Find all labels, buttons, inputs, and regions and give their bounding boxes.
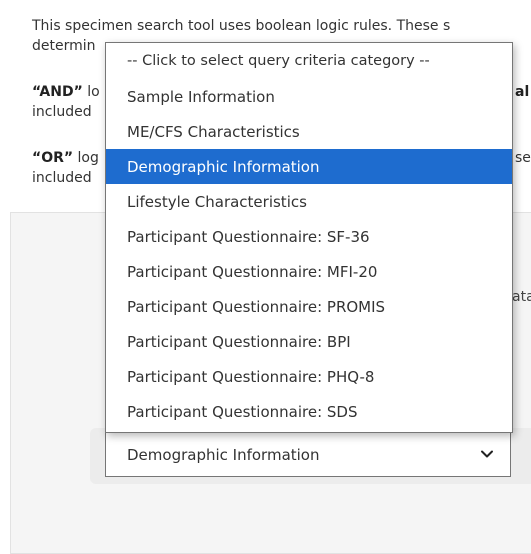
option-promis[interactable]: Participant Questionnaire: PROMIS [106, 289, 512, 324]
option-mfi20[interactable]: Participant Questionnaire: MFI-20 [106, 254, 512, 289]
category-select-value: Demographic Information [127, 445, 320, 464]
and-tail-text: al [515, 84, 530, 100]
or-rule-line-2: included [32, 170, 92, 186]
chevron-down-icon [481, 450, 493, 458]
or-rule-tail: se [515, 150, 531, 166]
intro-line-1: This specimen search tool uses boolean l… [32, 18, 451, 34]
and-rule-line-2: included [32, 104, 92, 120]
or-label: “OR” [32, 150, 74, 166]
and-rule-text: lo [82, 84, 100, 100]
category-select[interactable]: Demographic Information [105, 433, 511, 477]
option-mecfs-characteristics[interactable]: ME/CFS Characteristics [106, 114, 512, 149]
and-label: “AND” [32, 84, 83, 100]
option-sample-information[interactable]: Sample Information [106, 79, 512, 114]
option-placeholder[interactable]: -- Click to select query criteria catego… [106, 43, 512, 78]
option-sds[interactable]: Participant Questionnaire: SDS [106, 394, 512, 429]
or-rule-text: log [73, 150, 99, 166]
option-lifestyle-characteristics[interactable]: Lifestyle Characteristics [106, 184, 512, 219]
option-sf36[interactable]: Participant Questionnaire: SF-36 [106, 219, 512, 254]
and-rule-tail: al [515, 82, 529, 102]
option-phq8[interactable]: Participant Questionnaire: PHQ-8 [106, 359, 512, 394]
option-demographic-information[interactable]: Demographic Information [106, 149, 512, 184]
category-dropdown-list: -- Click to select query criteria catego… [105, 42, 513, 433]
intro-line-2: determin [32, 38, 96, 54]
panel-partial-text: ata [512, 289, 531, 305]
and-rule-line: “AND” lo [32, 82, 100, 102]
or-rule-line: “OR” log [32, 148, 99, 168]
option-bpi[interactable]: Participant Questionnaire: BPI [106, 324, 512, 359]
